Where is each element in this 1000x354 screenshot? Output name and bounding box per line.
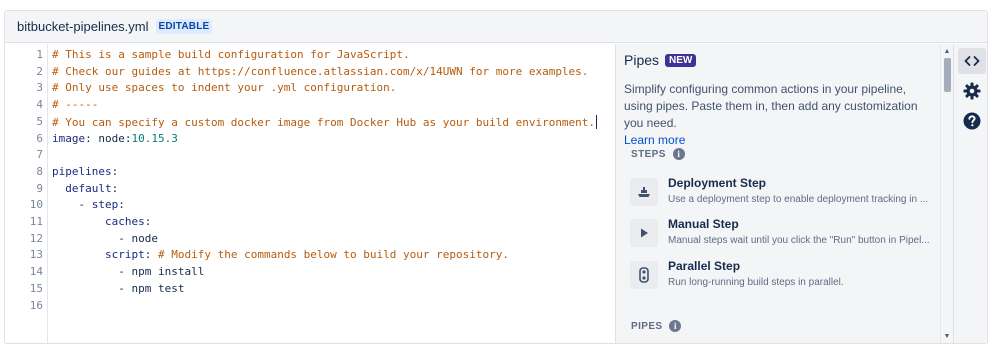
pipes-title-row: Pipes NEW: [624, 52, 697, 68]
code-line: pipelines:: [52, 164, 119, 178]
line-number: 5: [36, 114, 43, 128]
file-header: bitbucket-pipelines.yml EDITABLE: [5, 11, 987, 43]
line-number: 2: [36, 64, 43, 78]
code-line: - npm test: [52, 281, 185, 295]
side-rail: [953, 44, 987, 343]
pipes-heading: PIPES i: [631, 320, 682, 332]
code-line: # Check our guides at https://confluence…: [52, 64, 589, 78]
step-description: Manual steps wait until you click the "R…: [668, 235, 930, 246]
step-title: Parallel Step: [668, 259, 741, 273]
pipes-heading-label: PIPES: [631, 320, 663, 332]
step-title: Manual Step: [668, 217, 739, 231]
code-line: script: # Modify the commands below to b…: [104, 248, 509, 262]
line-number: 9: [36, 181, 43, 195]
code-line: # -----: [52, 98, 99, 112]
code-line: default:: [65, 181, 119, 195]
code-line: image: node:10.15.3: [52, 131, 178, 145]
pipes-scrollbar[interactable]: ▲ ▼: [940, 44, 953, 343]
info-icon[interactable]: i: [669, 320, 682, 332]
ship-icon: [630, 178, 658, 206]
steps-heading: STEPS i: [631, 148, 685, 160]
pipes-description-text: Simplify configuring common actions in y…: [624, 82, 918, 130]
editable-badge: EDITABLE: [155, 19, 213, 34]
scroll-thumb[interactable]: [944, 58, 951, 92]
code-editor[interactable]: 1 2 3 4 5 6 7 8 9 10 11 12 13 14 15 16 # This is a samp…: [5, 44, 615, 343]
line-number: 10: [29, 198, 43, 212]
code-icon[interactable]: [958, 48, 986, 74]
line-number: 11: [29, 215, 43, 228]
editor-frame: bitbucket-pipelines.yml EDITABLE 1234567…: [4, 10, 988, 344]
code-line: - npm install: [52, 265, 205, 279]
step-item-parallel[interactable]: Parallel Step Run long-running build ste…: [630, 259, 930, 297]
code-line: - step:: [52, 198, 125, 212]
new-badge: NEW: [665, 53, 697, 67]
step-item-deployment[interactable]: Deployment Step Use a deployment step to…: [630, 176, 930, 214]
line-number: 15: [29, 281, 43, 295]
line-number: 6: [36, 131, 43, 145]
scroll-up-icon[interactable]: ▲: [941, 46, 953, 56]
help-icon[interactable]: [958, 108, 986, 134]
line-number: 4: [36, 98, 43, 112]
scroll-down-icon[interactable]: ▼: [941, 331, 953, 341]
steps-heading-label: STEPS: [631, 148, 666, 160]
code-line: caches:: [104, 215, 152, 228]
code-line: - node: [52, 231, 158, 245]
line-number: 1: [36, 48, 43, 61]
step-description: Use a deployment step to enable deployme…: [668, 194, 929, 205]
step-description: Run long-running build steps in parallel…: [668, 277, 844, 288]
line-number: 13: [29, 248, 43, 262]
code-line: # This is a sample build configuration f…: [52, 48, 410, 61]
pipes-title: Pipes: [624, 52, 660, 68]
parallel-icon: [630, 261, 658, 289]
line-number-gutter: 1 2 3 4 5 6 7 8 9 10 11 12 13 14 15 16: [5, 44, 48, 343]
file-name: bitbucket-pipelines.yml: [17, 19, 149, 34]
step-item-manual[interactable]: Manual Step Manual steps wait until you …: [630, 217, 930, 255]
line-number: 14: [29, 265, 43, 279]
line-number: 12: [29, 231, 43, 245]
play-icon: [630, 219, 658, 247]
pipes-panel: Pipes NEW Simplify configuring common ac…: [615, 44, 940, 343]
code-line: # Only use spaces to indent your .yml co…: [52, 81, 397, 95]
line-number: 16: [29, 298, 43, 312]
line-number: 7: [36, 148, 43, 162]
gear-icon[interactable]: [958, 78, 986, 104]
line-number: 3: [36, 81, 43, 95]
learn-more-link[interactable]: Learn more: [624, 133, 685, 147]
pipes-description: Simplify configuring common actions in y…: [624, 81, 929, 149]
line-number: 8: [36, 164, 43, 178]
code-line: # You can specify a custom docker image …: [52, 114, 598, 129]
text-cursor: [596, 114, 598, 129]
info-icon[interactable]: i: [672, 148, 685, 160]
step-title: Deployment Step: [668, 176, 767, 190]
